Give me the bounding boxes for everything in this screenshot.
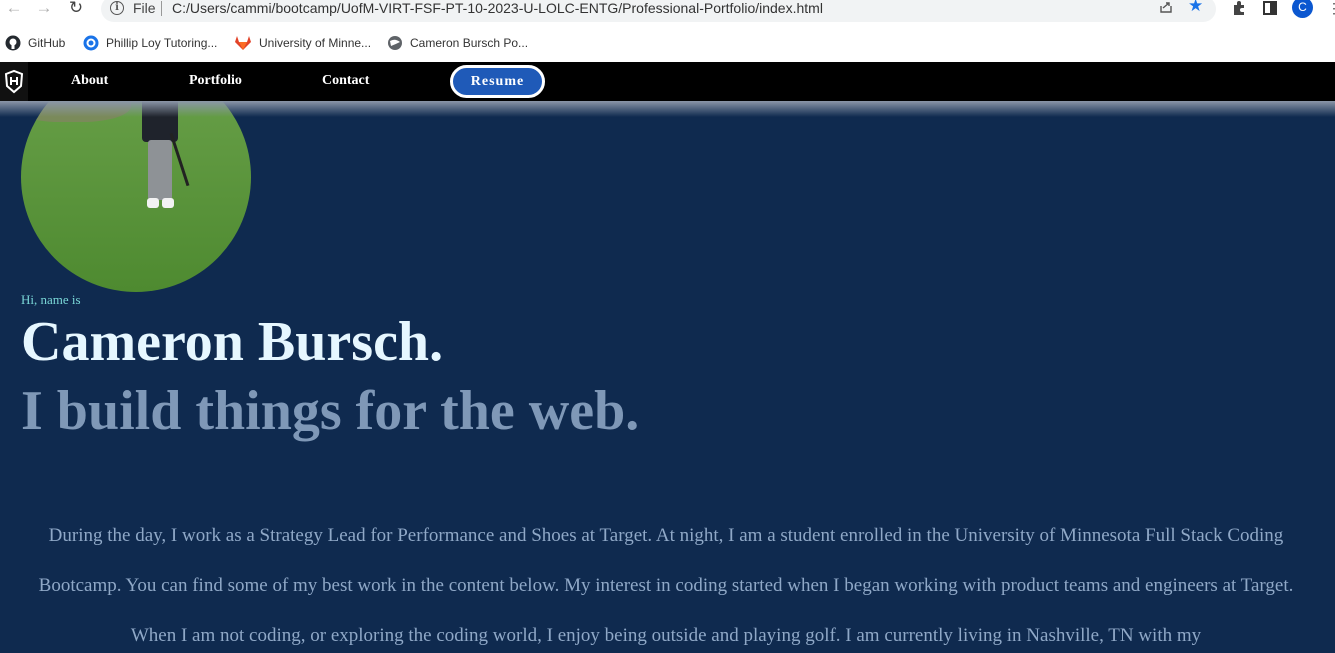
forward-button[interactable]: → [34, 0, 54, 18]
profile-avatar[interactable]: C [1292, 0, 1313, 18]
bookmark-label: Phillip Loy Tutoring... [106, 36, 218, 50]
file-label: File [133, 0, 156, 16]
site-logo[interactable] [0, 62, 28, 101]
reload-button[interactable]: ↻ [66, 0, 86, 18]
info-icon[interactable]: i [110, 1, 124, 15]
bookmarks-bar: GitHub Phillip Loy Tutoring... Universit… [0, 30, 1335, 56]
nav-about[interactable]: About [71, 73, 108, 89]
bookmark-label: University of Minne... [259, 36, 372, 50]
bookmark-university[interactable]: University of Minne... [234, 33, 371, 53]
browser-toolbar: ← → ↻ i File C:/Users/cammi/bootcamp/Uof… [0, 0, 1335, 24]
bookmark-star-icon[interactable]: ★ [1188, 0, 1203, 16]
share-icon[interactable] [1159, 0, 1173, 14]
nav-portfolio[interactable]: Portfolio [189, 73, 242, 89]
bookmark-tutoring[interactable]: Phillip Loy Tutoring... [83, 33, 217, 53]
hero-tagline: I build things for the web. [21, 380, 640, 442]
gitlab-icon [235, 36, 251, 50]
page-viewport: About Portfolio Contact Resume Hi, name … [0, 62, 1335, 653]
bookmark-label: Cameron Bursch Po... [410, 36, 529, 50]
back-button[interactable]: ← [4, 0, 24, 18]
divider [161, 1, 162, 16]
bookmark-label: GitHub [28, 36, 66, 50]
hero-name: Cameron Bursch. [21, 311, 444, 373]
greeting-text: Hi, name is [21, 292, 81, 307]
shield-logo-icon [4, 69, 24, 94]
side-panel-icon[interactable] [1263, 1, 1277, 15]
nav-contact[interactable]: Contact [322, 73, 369, 89]
resume-button[interactable]: Resume [450, 65, 545, 98]
globe-icon [388, 36, 402, 50]
bio-paragraph: During the day, I work as a Strategy Lea… [38, 525, 1294, 646]
globe-blue-icon [83, 35, 99, 51]
github-icon [5, 35, 21, 51]
bookmark-github[interactable]: GitHub [5, 33, 65, 53]
bookmark-portfolio[interactable]: Cameron Bursch Po... [387, 33, 528, 53]
site-navbar: About Portfolio Contact Resume [0, 62, 1335, 117]
extensions-icon[interactable] [1231, 0, 1247, 16]
address-bar[interactable]: i File C:/Users/cammi/bootcamp/UofM-VIRT… [101, 0, 1216, 22]
menu-dots-icon[interactable]: ⋮ [1327, 0, 1335, 17]
url-text[interactable]: C:/Users/cammi/bootcamp/UofM-VIRT-FSF-PT… [172, 0, 823, 16]
